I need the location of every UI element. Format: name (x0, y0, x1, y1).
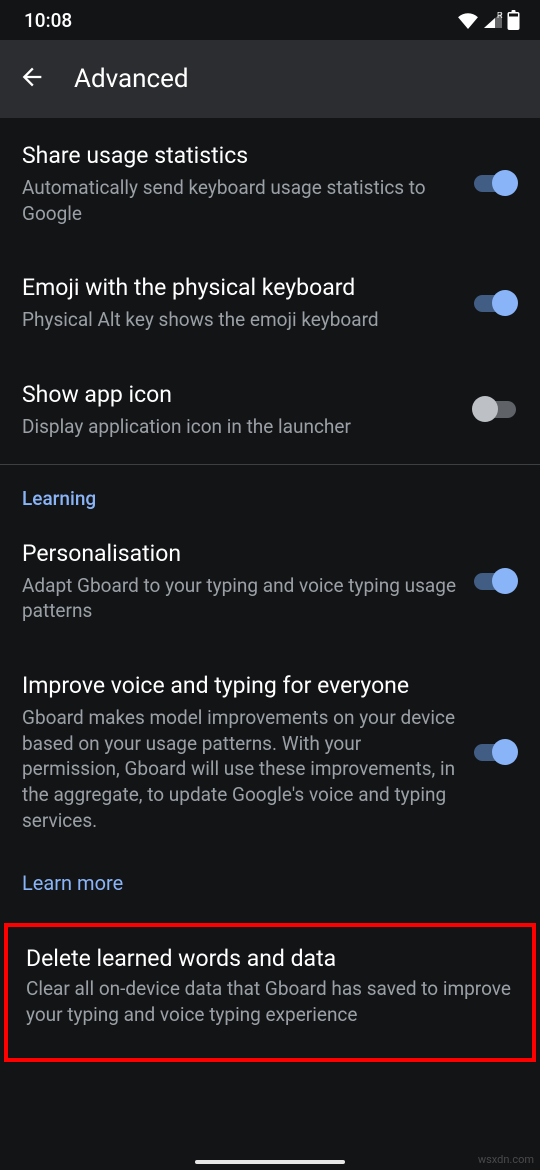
setting-show-app-icon[interactable]: Show app icon Display application icon i… (0, 357, 540, 464)
setting-title: Show app icon (22, 379, 456, 410)
setting-title: Emoji with the physical keyboard (22, 272, 456, 303)
setting-title: Improve voice and typing for everyone (22, 670, 456, 701)
setting-title: Share usage statistics (22, 140, 456, 171)
toggle-show-app-icon[interactable] (472, 396, 518, 422)
setting-subtitle: Adapt Gboard to your typing and voice ty… (22, 573, 456, 624)
page-title: Advanced (74, 64, 189, 94)
setting-personalisation[interactable]: Personalisation Adapt Gboard to your typ… (0, 516, 540, 648)
setting-title: Personalisation (22, 538, 456, 569)
section-learning: Learning (0, 465, 540, 516)
setting-subtitle: Clear all on-device data that Gboard has… (26, 976, 514, 1027)
svg-text:R: R (497, 11, 503, 20)
setting-subtitle: Physical Alt key shows the emoji keyboar… (22, 307, 456, 333)
setting-title: Delete learned words and data (26, 945, 514, 972)
setting-emoji-physical[interactable]: Emoji with the physical keyboard Physica… (0, 250, 540, 357)
settings-list: Share usage statistics Automatically sen… (0, 118, 540, 1062)
gesture-nav-handle[interactable] (195, 1160, 345, 1164)
status-icons: R (457, 10, 520, 30)
setting-subtitle: Gboard makes model improvements on your … (22, 705, 456, 833)
toggle-improve-voice-typing[interactable] (472, 739, 518, 765)
battery-icon (507, 10, 520, 30)
watermark: wsxdn.com (478, 1153, 534, 1166)
setting-subtitle: Display application icon in the launcher (22, 414, 456, 440)
app-bar: Advanced (0, 40, 540, 118)
toggle-personalisation[interactable] (472, 568, 518, 594)
toggle-emoji-physical[interactable] (472, 290, 518, 316)
setting-delete-learned[interactable]: Delete learned words and data Clear all … (4, 923, 536, 1061)
learn-more-link[interactable]: Learn more (0, 857, 540, 917)
status-bar: 10:08 R (0, 0, 540, 40)
back-icon[interactable] (18, 63, 46, 95)
setting-share-usage[interactable]: Share usage statistics Automatically sen… (0, 118, 540, 250)
wifi-icon (457, 11, 479, 29)
toggle-share-usage[interactable] (472, 170, 518, 196)
setting-subtitle: Automatically send keyboard usage statis… (22, 175, 456, 226)
setting-improve-voice-typing[interactable]: Improve voice and typing for everyone Gb… (0, 648, 540, 857)
signal-icon: R (483, 11, 503, 29)
status-time: 10:08 (24, 9, 72, 32)
